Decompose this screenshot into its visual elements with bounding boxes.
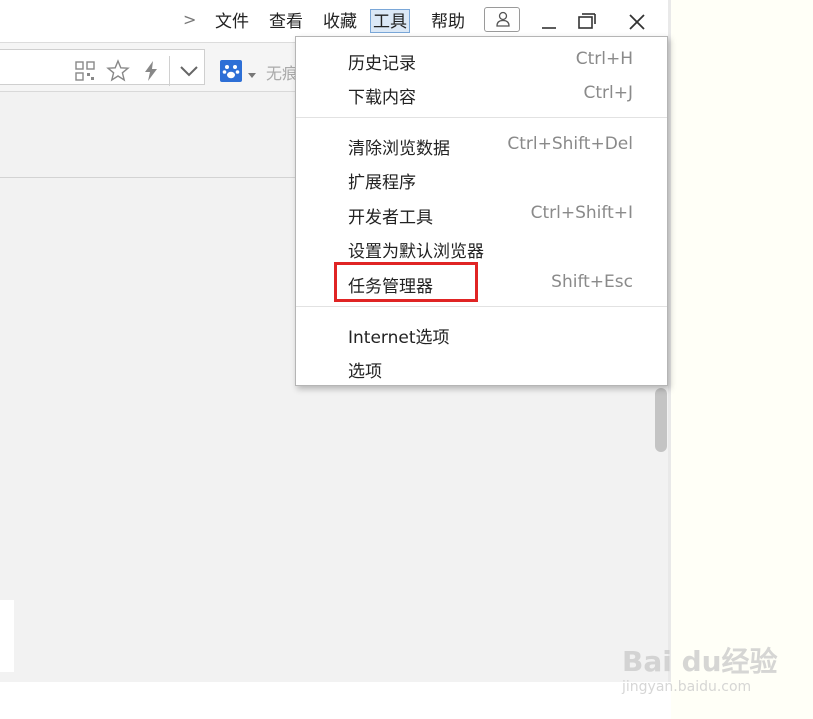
restore-icon[interactable] [573,9,599,35]
window-edge [668,0,671,682]
menu-item-label: 开发者工具 [348,208,433,228]
highlight-annotation [334,262,478,302]
menu-view[interactable]: 查看 [267,10,305,34]
menu-item-label: 清除浏览数据 [348,139,450,159]
menu-tools[interactable]: 工具 [370,9,410,33]
toolbar-divider [169,56,170,86]
menu-item-clear-data[interactable]: 清除浏览数据 Ctrl+Shift+Del [296,130,667,160]
menu-separator [296,306,667,307]
close-icon[interactable] [624,9,650,35]
menu-overflow-chevron[interactable]: > [183,10,196,29]
menu-help[interactable]: 帮助 [429,10,467,34]
menu-item-label: 设置为默认浏览器 [348,242,484,262]
menu-item-history[interactable]: 历史记录 Ctrl+H [296,45,667,75]
menu-item-label: 选项 [348,362,382,382]
menu-favorites[interactable]: 收藏 [321,10,359,34]
menu-item-developer-tools[interactable]: 开发者工具 Ctrl+Shift+I [296,199,667,229]
address-bar[interactable] [0,49,205,85]
paw-icon [222,65,240,79]
menu-file[interactable]: 文件 [213,10,251,34]
menu-item-shortcut: Shift+Esc [551,272,633,292]
lightning-icon[interactable] [138,58,164,84]
user-icon [496,11,510,27]
minimize-icon[interactable] [536,9,562,35]
search-input[interactable]: 无痕 [266,60,298,84]
chevron-down-icon[interactable] [176,58,202,84]
watermark-url: jingyan.baidu.com [622,679,752,695]
menu-item-shortcut: Ctrl+Shift+I [530,203,633,223]
menu-item-default-browser[interactable]: 设置为默认浏览器 [296,233,667,263]
tools-dropdown-menu: 历史记录 Ctrl+H 下载内容 Ctrl+J 清除浏览数据 Ctrl+Shif… [295,36,668,386]
menu-separator [296,117,667,118]
menu-item-shortcut: Ctrl+H [575,49,633,69]
qr-code-icon[interactable] [72,58,98,84]
star-icon[interactable] [105,58,131,84]
menu-item-downloads[interactable]: 下载内容 Ctrl+J [296,79,667,109]
menu-item-shortcut: Ctrl+Shift+Del [507,134,633,154]
menu-item-internet-options[interactable]: Internet选项 [296,319,667,349]
search-engine-icon[interactable] [220,60,242,82]
engine-dropdown-icon[interactable] [247,72,257,80]
menu-item-shortcut: Ctrl+J [583,83,633,103]
menu-item-label: Internet选项 [348,328,450,348]
scrollbar-thumb[interactable] [655,388,667,452]
menu-item-extensions[interactable]: 扩展程序 [296,164,667,194]
account-button[interactable] [484,7,520,32]
right-margin [671,0,813,719]
watermark-logo: Bai du经验 [622,645,778,678]
menu-item-label: 历史记录 [348,54,416,74]
menu-item-label: 扩展程序 [348,173,416,193]
content-panel [0,600,14,672]
menu-item-options[interactable]: 选项 [296,353,667,383]
menu-item-label: 下载内容 [348,88,416,108]
